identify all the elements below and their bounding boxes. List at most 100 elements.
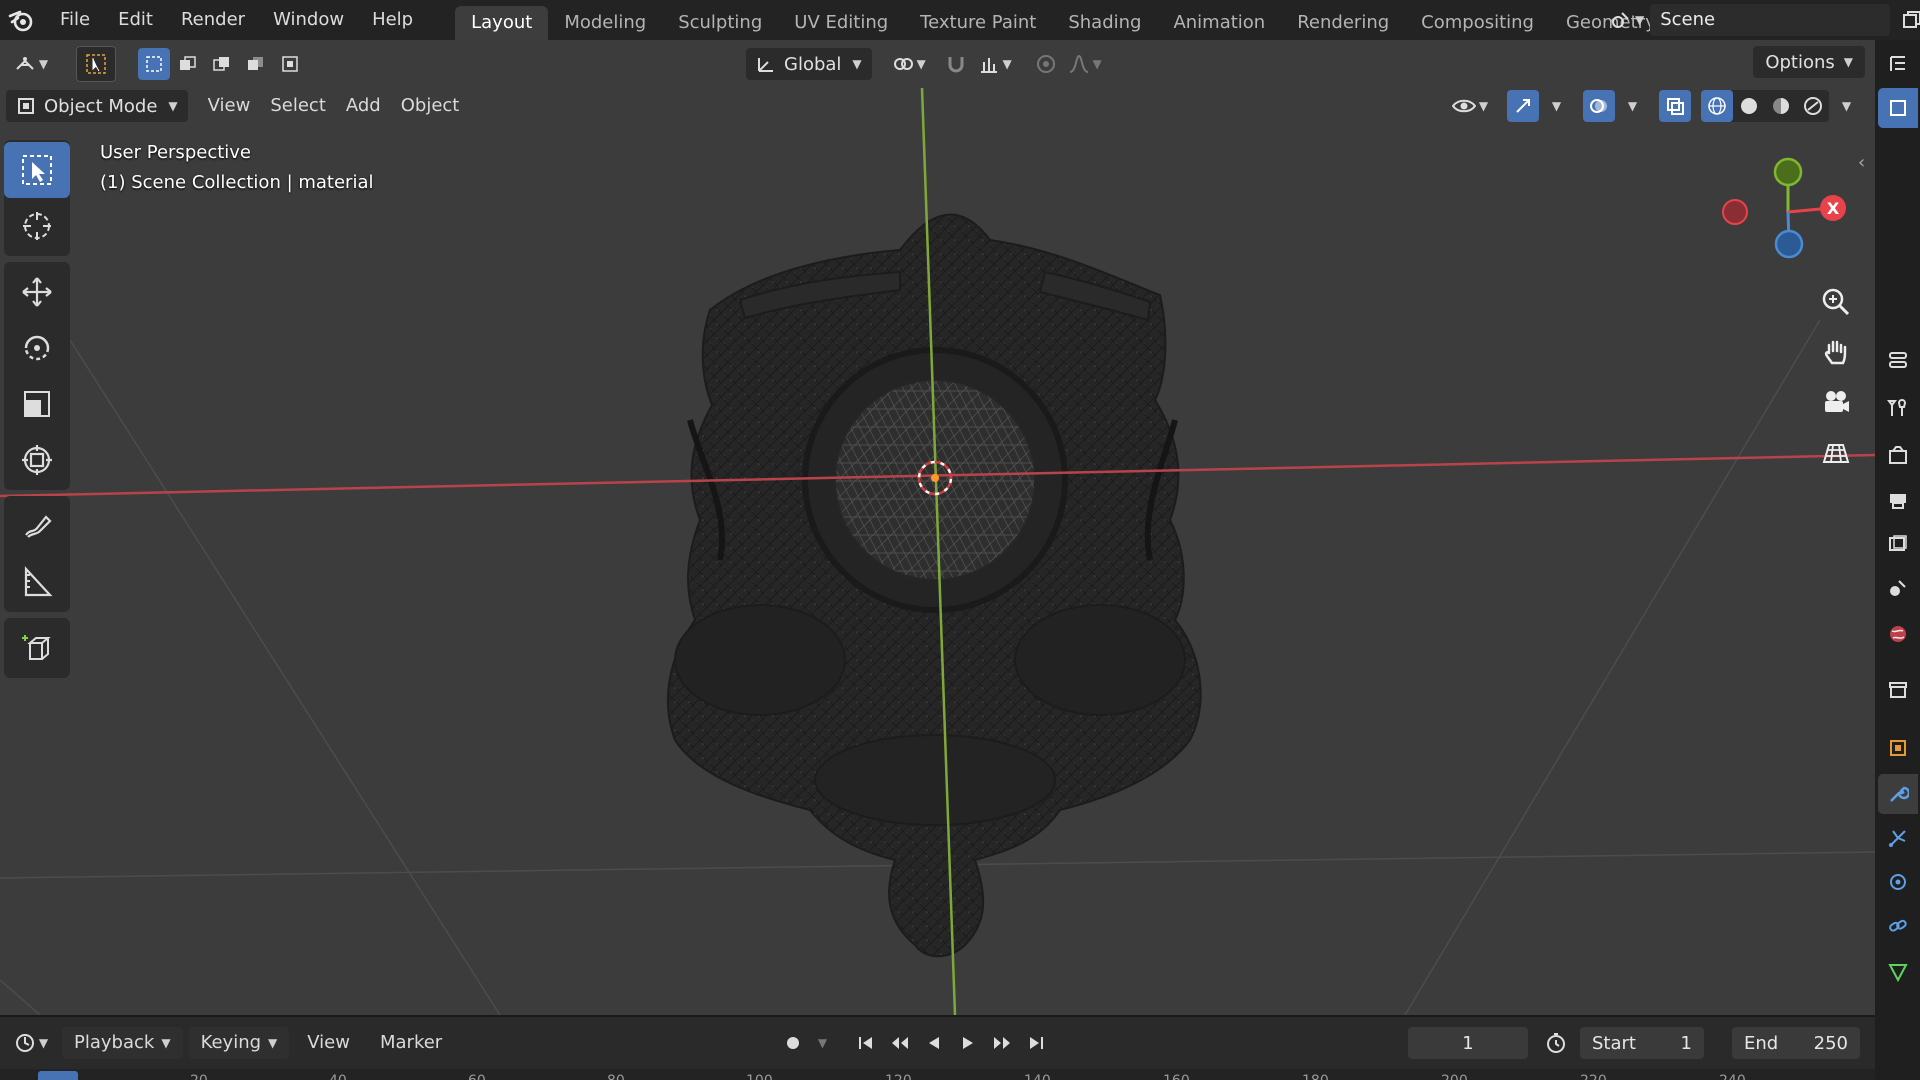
proportional-edit-icon[interactable] — [1030, 48, 1062, 80]
rotate-tool-icon[interactable] — [4, 320, 70, 376]
tab-layout[interactable]: Layout — [455, 6, 549, 40]
keying-mode-dropdown-icon[interactable]: ▼ — [810, 1027, 832, 1059]
tool-settings-tab-icon[interactable] — [1878, 340, 1918, 380]
tab-modeling[interactable]: Modeling — [548, 6, 662, 40]
view-layer-tab-icon[interactable] — [1878, 524, 1918, 564]
select-subtract-icon[interactable] — [206, 48, 238, 80]
tab-rendering[interactable]: Rendering — [1281, 6, 1405, 40]
add-cube-tool-icon[interactable] — [4, 620, 70, 676]
falloff-curve-icon[interactable]: ▼ — [1062, 48, 1108, 80]
tab-texture-paint[interactable]: Texture Paint — [904, 6, 1052, 40]
3d-viewport[interactable]: ▼ Global ▼ ▼ ▼ ▼ Options ▼ Object Mode ▼… — [0, 40, 1875, 1015]
viewport-menu-add[interactable]: Add — [336, 90, 391, 122]
navigation-gizmo[interactable]: X — [1715, 150, 1865, 270]
select-extend-icon[interactable] — [172, 48, 204, 80]
menu-edit[interactable]: Edit — [104, 3, 167, 37]
jump-start-icon[interactable] — [849, 1027, 883, 1059]
zoom-icon[interactable] — [1812, 280, 1860, 324]
measure-tool-icon[interactable] — [4, 554, 70, 610]
cursor-tool-icon[interactable] — [4, 198, 70, 254]
overlays-dropdown-icon[interactable]: ▼ — [1615, 90, 1647, 122]
editor-type-icon[interactable]: ▼ — [6, 48, 56, 80]
select-new-icon[interactable] — [138, 48, 170, 80]
move-tool-icon[interactable] — [4, 264, 70, 320]
gizmo-toggle-icon[interactable] — [1507, 90, 1539, 122]
snap-target-icon[interactable]: ▼ — [972, 48, 1018, 80]
timeline-ruler[interactable]: 20 40 60 80 100 120 140 160 180 200 220 240 — [0, 1069, 1875, 1080]
tab-shading[interactable]: Shading — [1052, 6, 1157, 40]
ortho-grid-icon[interactable] — [1812, 430, 1860, 474]
constraints-tab-icon[interactable] — [1878, 906, 1918, 946]
gizmo-dropdown-icon[interactable]: ▼ — [1539, 90, 1571, 122]
viewport-menu-view[interactable]: View — [198, 90, 261, 122]
camera-view-icon[interactable] — [1812, 380, 1860, 424]
tab-uv-editing[interactable]: UV Editing — [778, 6, 904, 40]
shading-dropdown-icon[interactable]: ▼ — [1829, 90, 1861, 122]
playhead-marker[interactable] — [38, 1071, 78, 1080]
transform-orientation-select[interactable]: Global ▼ — [746, 48, 872, 80]
pivot-point-icon[interactable]: ▼ — [886, 48, 932, 80]
snap-toggle-icon[interactable] — [940, 48, 972, 80]
world-tab-icon[interactable] — [1878, 614, 1918, 654]
tab-animation[interactable]: Animation — [1157, 6, 1281, 40]
output-tab-icon[interactable] — [1878, 480, 1918, 520]
start-frame-field[interactable]: Start 1 — [1580, 1027, 1704, 1059]
jump-end-icon[interactable] — [1019, 1027, 1053, 1059]
tab-compositing[interactable]: Compositing — [1405, 6, 1550, 40]
wireframe-shading-icon[interactable] — [1701, 90, 1733, 122]
xray-toggle-icon[interactable] — [1659, 90, 1691, 122]
visibility-eye-icon[interactable]: ▼ — [1445, 90, 1495, 122]
current-frame-field[interactable]: 1 — [1408, 1027, 1528, 1059]
play-icon[interactable] — [951, 1027, 985, 1059]
modifier-tab-icon[interactable] — [1878, 774, 1918, 814]
tab-sculpting[interactable]: Sculpting — [662, 6, 778, 40]
select-box-tool-icon[interactable] — [4, 142, 70, 198]
scene-name-field[interactable]: Scene — [1650, 4, 1891, 36]
options-dropdown[interactable]: Options ▼ — [1753, 46, 1865, 78]
end-frame-field[interactable]: End 250 — [1732, 1027, 1860, 1059]
new-scene-icon[interactable] — [1896, 4, 1920, 36]
scale-tool-icon[interactable] — [4, 376, 70, 432]
auto-keying-icon[interactable] — [776, 1027, 810, 1059]
solid-shading-icon[interactable] — [1733, 90, 1765, 122]
select-intersect-icon[interactable] — [274, 48, 306, 80]
annotate-tool-icon[interactable] — [4, 498, 70, 554]
menu-help[interactable]: Help — [358, 3, 427, 37]
scene-browse-icon[interactable]: ▼ — [1610, 4, 1644, 36]
sidebar-toggle-icon[interactable]: ‹ — [1858, 152, 1865, 173]
preview-range-icon[interactable] — [1540, 1027, 1572, 1059]
jump-next-keyframe-icon[interactable] — [985, 1027, 1019, 1059]
viewport-menu-object[interactable]: Object — [391, 90, 470, 122]
menu-render[interactable]: Render — [167, 3, 259, 37]
data-tab-icon[interactable] — [1878, 952, 1918, 992]
object-mode-select[interactable]: Object Mode ▼ — [6, 90, 188, 122]
ruler-tick-label: 100 — [746, 1073, 773, 1080]
overlays-toggle-icon[interactable] — [1583, 90, 1615, 122]
timeline-menu-marker[interactable]: Marker — [368, 1027, 454, 1059]
render-tab-icon[interactable] — [1878, 436, 1918, 476]
particles-tab-icon[interactable] — [1878, 818, 1918, 858]
scene-tab-icon[interactable] — [1878, 568, 1918, 608]
jump-prev-keyframe-icon[interactable] — [883, 1027, 917, 1059]
properties-active-icon[interactable] — [1878, 88, 1918, 128]
menu-file[interactable]: File — [46, 3, 104, 37]
blender-logo-icon[interactable] — [4, 3, 38, 37]
menu-window[interactable]: Window — [259, 3, 358, 37]
material-shading-icon[interactable] — [1765, 90, 1797, 122]
timeline-menu-view[interactable]: View — [295, 1027, 362, 1059]
timeline-menu-playback[interactable]: Playback ▼ — [62, 1027, 183, 1059]
tool-tab-icon[interactable] — [1878, 388, 1918, 428]
collection-tab-icon[interactable] — [1878, 670, 1918, 710]
select-tool-icon[interactable] — [76, 46, 116, 82]
timeline-menu-keying[interactable]: Keying ▼ — [188, 1027, 290, 1059]
play-reverse-icon[interactable] — [917, 1027, 951, 1059]
transform-tool-icon[interactable] — [4, 432, 70, 488]
pan-hand-icon[interactable] — [1812, 330, 1860, 374]
timeline-editor-type-icon[interactable]: ▼ — [6, 1027, 56, 1059]
select-invert-icon[interactable] — [240, 48, 272, 80]
rendered-shading-icon[interactable] — [1797, 90, 1829, 122]
physics-tab-icon[interactable] — [1878, 862, 1918, 902]
object-tab-icon[interactable] — [1878, 728, 1918, 768]
outliner-toggle-icon[interactable] — [1878, 44, 1918, 84]
viewport-menu-select[interactable]: Select — [260, 90, 336, 122]
